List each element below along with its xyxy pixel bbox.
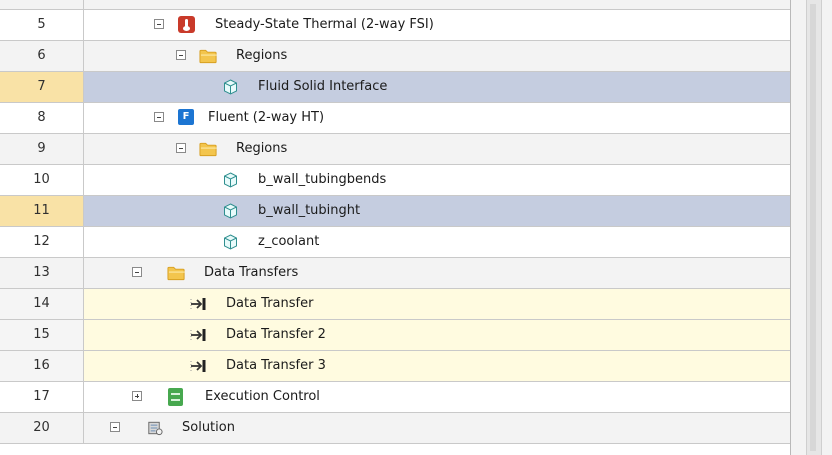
thermal-system-icon — [178, 16, 195, 33]
tree-row-fluent[interactable]: 8 F Fluent (2-way HT) — [0, 103, 790, 134]
tree-item-label: Data Transfer — [226, 296, 314, 311]
scrollbar-track[interactable] — [810, 4, 816, 451]
row-number: 12 — [0, 227, 84, 257]
tree-row-regions[interactable]: 6 Regions — [0, 41, 790, 72]
row-number: 17 — [0, 382, 84, 412]
collapse-toggle-icon[interactable] — [132, 267, 142, 277]
tree-row-steady-state-thermal[interactable]: 5 Steady-State Thermal (2-way FSI) — [0, 10, 790, 41]
tree-row-data-transfer[interactable]: 14 Data Transfer — [0, 289, 790, 320]
tree-item-label: Steady-State Thermal (2-way FSI) — [215, 17, 434, 32]
folder-icon — [167, 266, 186, 281]
tree-row-z-coolant[interactable]: 12 z_coolant — [0, 227, 790, 258]
expand-toggle-icon[interactable] — [132, 391, 142, 401]
folder-icon — [199, 142, 218, 157]
execution-control-icon — [168, 388, 183, 406]
row-number: 13 — [0, 258, 84, 288]
tree-item-label: Regions — [236, 48, 288, 63]
row-number: 8 — [0, 103, 84, 133]
data-transfer-icon — [190, 360, 206, 372]
row-number: 6 — [0, 41, 84, 71]
tree-item-label: Regions — [236, 141, 288, 156]
region-cube-icon — [224, 172, 237, 188]
row-number: 10 — [0, 165, 84, 195]
tree-row-data-transfer-2[interactable]: 15 Data Transfer 2 — [0, 320, 790, 351]
row-number: 11 — [0, 196, 84, 226]
tree-item-label: Data Transfer 2 — [226, 327, 326, 342]
tree-row-data-transfers[interactable]: 13 Data Transfers — [0, 258, 790, 289]
tree-item-label: Solution — [182, 420, 235, 435]
collapse-toggle-icon[interactable] — [154, 19, 164, 29]
tree-row-regions-fluent[interactable]: 9 Regions — [0, 134, 790, 165]
region-cube-icon — [224, 234, 237, 250]
tree-row-cut-top — [0, 0, 790, 10]
row-number: 15 — [0, 320, 84, 350]
tree-item-label: Data Transfers — [204, 265, 299, 280]
row-number: 7 — [0, 72, 84, 102]
row-number: 14 — [0, 289, 84, 319]
tree-row-execution-control[interactable]: 17 Execution Control — [0, 382, 790, 413]
tree-item-label: b_wall_tubinght — [258, 203, 361, 218]
region-cube-icon — [224, 79, 237, 95]
data-transfer-icon — [190, 329, 206, 341]
tree-row-b-wall-tubingbends[interactable]: 10 b_wall_tubingbends — [0, 165, 790, 196]
vertical-scrollbar[interactable] — [806, 0, 822, 455]
folder-icon — [199, 49, 218, 64]
collapse-toggle-icon[interactable] — [176, 143, 186, 153]
region-cube-icon — [224, 203, 237, 219]
tree-item-label: Fluid Solid Interface — [258, 79, 388, 94]
tree-row-solution[interactable]: 20 Solution — [0, 413, 790, 444]
tree-grid: 5 Steady-State Thermal (2-way FSI) 6 Reg… — [0, 0, 791, 455]
tree-item-label: Execution Control — [205, 389, 320, 404]
collapse-toggle-icon[interactable] — [176, 50, 186, 60]
data-transfer-icon — [190, 298, 206, 310]
tree-row-fluid-solid-interface[interactable]: 7 Fluid Solid Interface — [0, 72, 790, 103]
fluent-system-icon: F — [178, 109, 194, 125]
row-number: 5 — [0, 10, 84, 40]
row-number: 20 — [0, 413, 84, 443]
tree-item-label: Data Transfer 3 — [226, 358, 326, 373]
tree-item-label: b_wall_tubingbends — [258, 172, 387, 187]
row-number — [0, 0, 84, 9]
tree-row-b-wall-tubinght[interactable]: 11 b_wall_tubinght — [0, 196, 790, 227]
collapse-toggle-icon[interactable] — [110, 422, 120, 432]
row-number: 16 — [0, 351, 84, 381]
collapse-toggle-icon[interactable] — [154, 112, 164, 122]
solution-icon — [148, 421, 163, 436]
row-number: 9 — [0, 134, 84, 164]
tree-item-label: z_coolant — [258, 234, 320, 249]
tree-item-label: Fluent (2-way HT) — [208, 110, 325, 125]
tree-row-data-transfer-3[interactable]: 16 Data Transfer 3 — [0, 351, 790, 382]
